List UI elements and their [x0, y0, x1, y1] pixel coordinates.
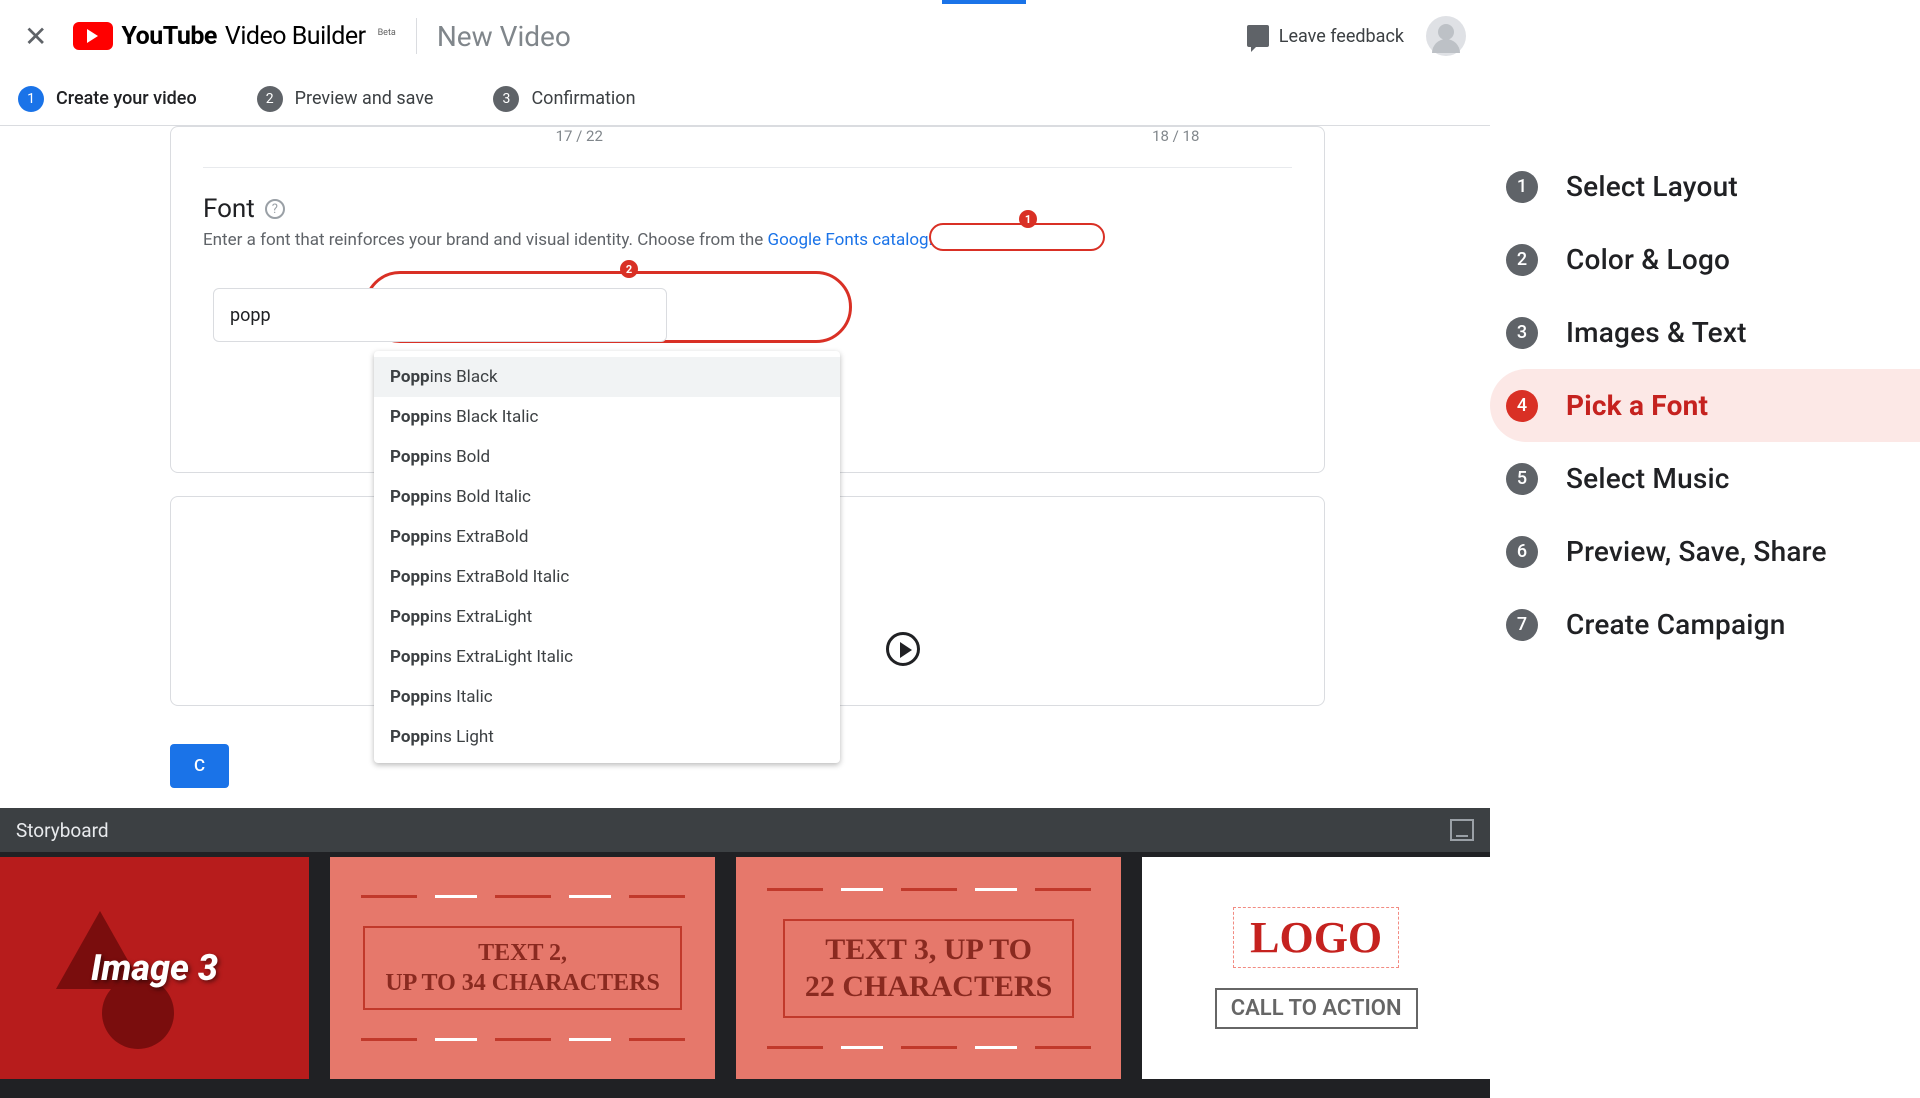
stepper: 1 Create your video 2 Preview and save 3…: [0, 72, 1490, 126]
frame1-label: Image 3: [91, 947, 218, 989]
checklist-label: Images & Text: [1566, 316, 1747, 349]
font-input[interactable]: [213, 288, 667, 342]
checklist-num: 4: [1506, 390, 1538, 422]
checklist-item[interactable]: 5 Select Music: [1490, 442, 1920, 515]
storyboard-frame-1[interactable]: Image 3: [0, 857, 309, 1079]
checklist-item[interactable]: 3 Images & Text: [1490, 296, 1920, 369]
storyboard-frame-3[interactable]: TEXT 3, UP TO 22 CHARACTERS: [736, 857, 1121, 1079]
annotation-ring-1: [929, 223, 1105, 251]
feedback-icon: [1247, 25, 1269, 47]
leave-feedback-button[interactable]: Leave feedback: [1247, 25, 1404, 47]
app-header: ✕ YouTube Video Builder Beta New Video L…: [0, 0, 1490, 72]
help-icon[interactable]: ?: [265, 199, 285, 219]
storyboard-title: Storyboard: [16, 819, 109, 842]
frame4-cta: CALL TO ACTION: [1215, 988, 1418, 1029]
checklist-num: 2: [1506, 244, 1538, 276]
checklist-item[interactable]: 1 Select Layout: [1490, 150, 1920, 223]
step-label: Preview and save: [295, 88, 434, 109]
counter-right: 18 / 18: [1152, 127, 1199, 145]
page-title: New Video: [437, 20, 571, 53]
checklist-num: 1: [1506, 171, 1538, 203]
frame2-textbox: TEXT 2, UP TO 34 CHARACTERS: [363, 926, 682, 1010]
storyboard: Storyboard Image 3 TEXT 2, UP TO 34 CHAR…: [0, 808, 1490, 1098]
font-option[interactable]: Poppins Bold Italic: [374, 477, 840, 517]
font-option[interactable]: Poppins Light: [374, 717, 840, 757]
header-separator: [416, 18, 417, 54]
checklist-label: Create Campaign: [1566, 608, 1785, 641]
storyboard-header: Storyboard: [0, 808, 1490, 852]
step-confirmation[interactable]: 3 Confirmation: [493, 86, 635, 112]
font-option[interactable]: Poppins Bold: [374, 437, 840, 477]
checklist-num: 7: [1506, 609, 1538, 641]
font-option[interactable]: Poppins ExtraLight Italic: [374, 637, 840, 677]
checklist-num: 5: [1506, 463, 1538, 495]
annotation-badge-1: 1: [1019, 210, 1037, 228]
beta-badge: Beta: [378, 28, 396, 38]
checklist-label: Preview, Save, Share: [1566, 535, 1827, 568]
annotation-badge-2: 2: [620, 260, 638, 278]
checklist-num: 3: [1506, 317, 1538, 349]
checklist-item[interactable]: 2 Color & Logo: [1490, 223, 1920, 296]
step-label: Confirmation: [531, 88, 635, 109]
logo-text-2: Video Builder: [225, 22, 366, 51]
font-subtext: Enter a font that reinforces your brand …: [203, 230, 1292, 250]
close-icon[interactable]: ✕: [24, 20, 47, 53]
checklist-label: Color & Logo: [1566, 243, 1730, 276]
step-num: 3: [493, 86, 519, 112]
feedback-label: Leave feedback: [1279, 26, 1404, 47]
frame4-logo: LOGO: [1233, 907, 1399, 968]
storyboard-frame-4[interactable]: LOGO CALL TO ACTION: [1142, 857, 1490, 1079]
play-icon[interactable]: [886, 632, 920, 666]
primary-button[interactable]: C: [170, 744, 229, 788]
font-option[interactable]: Poppins ExtraLight: [374, 597, 840, 637]
step-preview[interactable]: 2 Preview and save: [257, 86, 434, 112]
font-sub-pre: Enter a font that reinforces your brand …: [203, 230, 768, 250]
avatar[interactable]: [1426, 16, 1466, 56]
storyboard-strip[interactable]: Image 3 TEXT 2, UP TO 34 CHARACTERS TEXT…: [0, 852, 1490, 1084]
checklist-label: Select Music: [1566, 462, 1730, 495]
step-create[interactable]: 1 Create your video: [18, 86, 197, 112]
app-shell: ✕ YouTube Video Builder Beta New Video L…: [0, 0, 1490, 1080]
counter-left: 17 / 22: [556, 127, 603, 145]
collapse-icon[interactable]: [1450, 819, 1474, 841]
step-num: 2: [257, 86, 283, 112]
font-card: 17 / 22 18 / 18 Font ? Enter a font that…: [170, 126, 1325, 473]
checklist-label: Select Layout: [1566, 170, 1738, 203]
frame3-textbox: TEXT 3, UP TO 22 CHARACTERS: [783, 919, 1075, 1018]
loading-bar: [942, 0, 1026, 4]
checklist-item[interactable]: 6 Preview, Save, Share: [1490, 515, 1920, 588]
font-option[interactable]: Poppins ExtraBold: [374, 517, 840, 557]
font-option[interactable]: Poppins Black: [374, 357, 840, 397]
logo-text-1: YouTube: [121, 22, 216, 51]
checklist-item[interactable]: 4 Pick a Font: [1490, 369, 1920, 442]
font-option[interactable]: Poppins Black Italic: [374, 397, 840, 437]
step-num: 1: [18, 86, 44, 112]
char-counters: 17 / 22 18 / 18: [171, 127, 1324, 149]
checklist-num: 6: [1506, 536, 1538, 568]
font-dropdown: Poppins Black Poppins Black Italic Poppi…: [374, 351, 840, 763]
font-option[interactable]: Poppins ExtraBold Italic: [374, 557, 840, 597]
font-heading: Font ?: [203, 194, 1292, 224]
checklist-label: Pick a Font: [1566, 389, 1708, 422]
google-fonts-link[interactable]: Google Fonts catalog.: [768, 230, 934, 250]
checklist-item[interactable]: 7 Create Campaign: [1490, 588, 1920, 661]
checklist-panel: 1 Select Layout 2 Color & Logo 3 Images & Tex…: [1490, 0, 1920, 1080]
youtube-icon: [73, 22, 113, 50]
step-label: Create your video: [56, 88, 197, 109]
storyboard-frame-2[interactable]: TEXT 2, UP TO 34 CHARACTERS: [330, 857, 715, 1079]
font-option[interactable]: Poppins Italic: [374, 677, 840, 717]
logo[interactable]: YouTube Video Builder Beta: [73, 22, 395, 51]
font-heading-text: Font: [203, 194, 255, 224]
